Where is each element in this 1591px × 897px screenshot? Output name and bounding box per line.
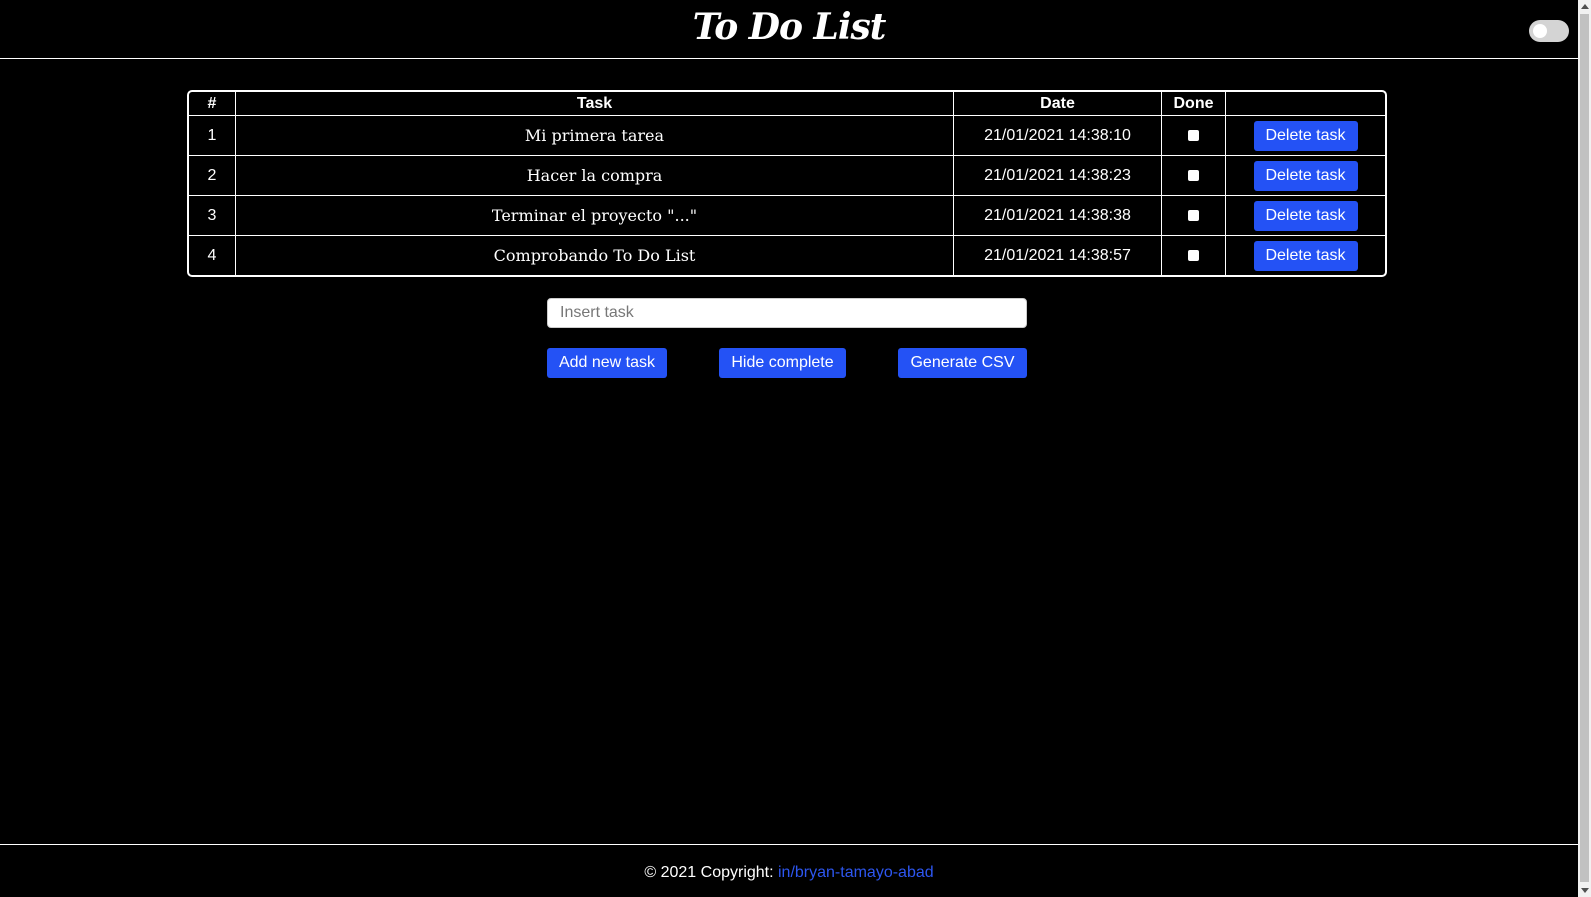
task-number: 1 xyxy=(189,116,236,156)
toggle-knob xyxy=(1533,24,1547,38)
hide-complete-button[interactable]: Hide complete xyxy=(719,348,846,378)
task-date: 21/01/2021 14:38:38 xyxy=(954,196,1162,236)
scroll-down-arrow-icon[interactable] xyxy=(1581,888,1589,893)
done-cell xyxy=(1162,236,1226,275)
vertical-scrollbar[interactable] xyxy=(1578,0,1591,897)
delete-task-button[interactable]: Delete task xyxy=(1253,160,1358,191)
task-input[interactable] xyxy=(547,298,1027,328)
task-text: Mi primera tarea xyxy=(236,116,954,156)
column-header-date: Date xyxy=(954,92,1162,116)
column-header-done: Done xyxy=(1162,92,1226,116)
task-date: 21/01/2021 14:38:57 xyxy=(954,236,1162,275)
task-date: 21/01/2021 14:38:10 xyxy=(954,116,1162,156)
column-header-task: Task xyxy=(236,92,954,116)
scrollbar-thumb[interactable] xyxy=(1580,14,1589,882)
add-task-button[interactable]: Add new task xyxy=(547,348,667,378)
delete-task-button[interactable]: Delete task xyxy=(1253,240,1358,271)
action-cell: Delete task xyxy=(1226,116,1385,156)
table-row: 2 Hacer la compra 21/01/2021 14:38:23 De… xyxy=(189,156,1385,196)
action-cell: Delete task xyxy=(1226,196,1385,236)
task-table: # Task Date Done 1 Mi primera tarea 21/0… xyxy=(187,90,1387,277)
page: To Do List # Task Date Done 1 Mi primera… xyxy=(0,0,1591,897)
page-title: To Do List xyxy=(692,6,887,48)
done-cell xyxy=(1162,196,1226,236)
header: To Do List xyxy=(0,0,1578,59)
theme-toggle[interactable] xyxy=(1529,20,1569,42)
copyright-text: © 2021 Copyright: xyxy=(644,864,778,881)
column-header-actions xyxy=(1226,92,1385,116)
done-cell xyxy=(1162,116,1226,156)
generate-csv-button[interactable]: Generate CSV xyxy=(898,348,1027,378)
done-checkbox[interactable] xyxy=(1188,169,1199,181)
profile-link[interactable]: in/bryan-tamayo-abad xyxy=(778,864,934,881)
done-checkbox[interactable] xyxy=(1188,209,1199,221)
delete-task-button[interactable]: Delete task xyxy=(1253,120,1358,151)
table-row: 3 Terminar el proyecto "..." 21/01/2021 … xyxy=(189,196,1385,236)
table-row: 1 Mi primera tarea 21/01/2021 14:38:10 D… xyxy=(189,116,1385,156)
task-number: 4 xyxy=(189,236,236,275)
action-cell: Delete task xyxy=(1226,236,1385,275)
task-text: Comprobando To Do List xyxy=(236,236,954,275)
done-cell xyxy=(1162,156,1226,196)
task-text: Hacer la compra xyxy=(236,156,954,196)
table-header-row: # Task Date Done xyxy=(189,92,1385,116)
delete-task-button[interactable]: Delete task xyxy=(1253,200,1358,231)
task-date: 21/01/2021 14:38:23 xyxy=(954,156,1162,196)
column-header-number: # xyxy=(189,92,236,116)
action-cell: Delete task xyxy=(1226,156,1385,196)
task-text: Terminar el proyecto "..." xyxy=(236,196,954,236)
done-checkbox[interactable] xyxy=(1188,129,1199,141)
task-number: 3 xyxy=(189,196,236,236)
main-content: To Do List # Task Date Done 1 Mi primera… xyxy=(0,0,1578,897)
done-checkbox[interactable] xyxy=(1188,249,1199,261)
task-number: 2 xyxy=(189,156,236,196)
footer: © 2021 Copyright: in/bryan-tamayo-abad xyxy=(0,844,1578,897)
scroll-up-arrow-icon[interactable] xyxy=(1581,4,1589,9)
table-row: 4 Comprobando To Do List 21/01/2021 14:3… xyxy=(189,236,1385,275)
